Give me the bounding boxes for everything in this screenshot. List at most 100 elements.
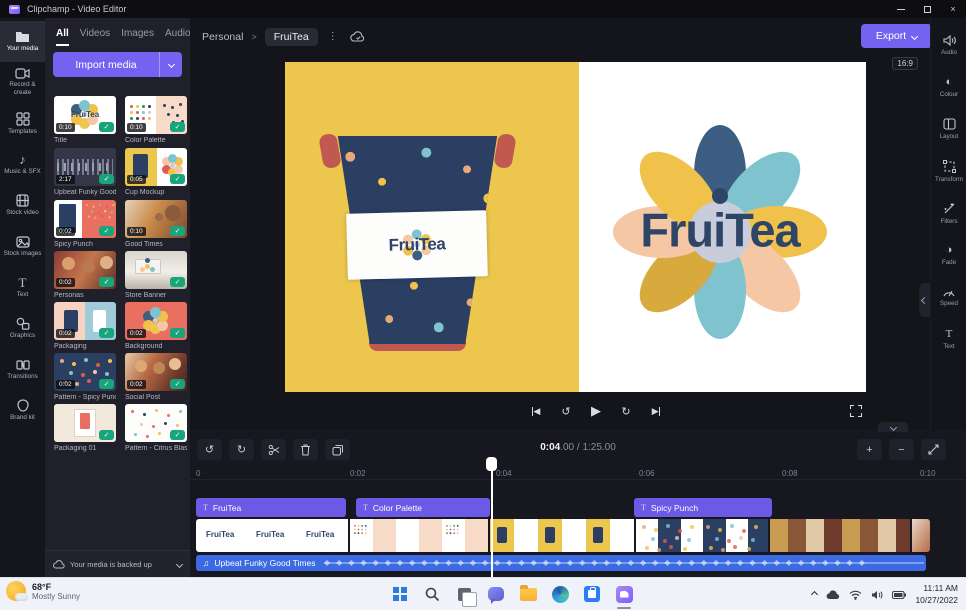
sidebar-item-graphics[interactable]: Graphics xyxy=(0,308,45,349)
video-clip-social-post[interactable] xyxy=(912,519,930,552)
media-thumbnail[interactable]: 0:10 ✓ xyxy=(125,200,187,238)
tray-chevron-up[interactable] xyxy=(812,592,817,597)
tool-transform[interactable]: Transform xyxy=(931,150,966,192)
video-clip-color-palette[interactable] xyxy=(350,519,488,552)
sidebar-item-record-create[interactable]: Record & create xyxy=(0,62,45,103)
media-item-packaging[interactable]: 0:02 ✓ Packaging xyxy=(54,302,116,350)
file-explorer-button[interactable] xyxy=(516,582,540,606)
task-view-button[interactable] xyxy=(452,582,476,606)
maximize-button[interactable] xyxy=(914,0,940,18)
volume-icon[interactable] xyxy=(871,590,883,600)
media-item-pattern-spicy-punch[interactable]: 0:02 ✓ Pattern - Spicy Punch xyxy=(54,353,116,401)
media-thumbnail[interactable]: 0:02 ✓ xyxy=(125,302,187,340)
video-clip-cup-mockup[interactable] xyxy=(490,519,634,552)
tab-images[interactable]: Images xyxy=(121,28,154,46)
breadcrumb-personal[interactable]: Personal xyxy=(202,31,243,43)
export-button[interactable]: Export xyxy=(861,24,932,48)
media-item-pattern-citrus-blast[interactable]: ✓ Pattern - Citrus Blast xyxy=(125,404,187,452)
text-clip-fruitea[interactable]: T FruiTea xyxy=(196,498,346,517)
video-clip-spicy-punch[interactable] xyxy=(636,519,768,552)
media-thumbnail[interactable]: 0:02 ✓ xyxy=(54,200,116,238)
collapse-tools-handle[interactable] xyxy=(919,283,930,317)
wifi-icon[interactable] xyxy=(849,590,862,600)
media-item-background[interactable]: 0:02 ✓ Background xyxy=(125,302,187,350)
zoom-out-button[interactable]: − xyxy=(889,439,914,460)
tab-all[interactable]: All xyxy=(56,28,69,46)
media-item-personas[interactable]: 0:02 ✓ Personas xyxy=(54,251,116,299)
import-media-button[interactable]: Import media xyxy=(53,52,182,77)
text-clip-spicy-punch[interactable]: T Spicy Punch xyxy=(634,498,772,517)
media-thumbnail[interactable]: ✓ xyxy=(54,404,116,442)
play-button[interactable]: ▶ xyxy=(586,401,606,421)
media-thumbnail[interactable]: FruiTea 0:10 ✓ xyxy=(54,96,116,134)
sidebar-item-your-media[interactable]: Your media xyxy=(0,21,45,62)
start-button[interactable] xyxy=(388,582,412,606)
video-canvas[interactable]: FruiTea FruiTea xyxy=(285,62,866,392)
media-item-title[interactable]: FruiTea 0:10 ✓ Title xyxy=(54,96,116,144)
playhead-line[interactable] xyxy=(491,460,493,577)
clipchamp-taskbar-button[interactable] xyxy=(612,582,636,606)
media-thumbnail[interactable]: 0:02 ✓ xyxy=(125,353,187,391)
tool-colour[interactable]: ◐ Colour xyxy=(931,66,966,108)
rewind-1s-button[interactable]: ↺ xyxy=(556,401,576,421)
timeline-collapse-button[interactable] xyxy=(878,422,908,432)
taskbar-clock[interactable]: 11:11 AM 10/27/2022 xyxy=(915,583,962,605)
media-thumbnail[interactable]: 0:02 ✓ xyxy=(54,353,116,391)
media-item-cup-mockup[interactable]: 0:05 ✓ Cup Mockup xyxy=(125,148,187,196)
tab-videos[interactable]: Videos xyxy=(80,28,110,46)
tab-audio[interactable]: Audio xyxy=(165,28,191,46)
tool-fade[interactable]: ◑ Fade xyxy=(931,234,966,276)
media-item-social-post[interactable]: 0:02 ✓ Social Post xyxy=(125,353,187,401)
media-thumbnail[interactable]: ✓ xyxy=(125,251,187,289)
more-options-button[interactable]: ⋮ xyxy=(328,31,338,42)
chevron-down-icon[interactable] xyxy=(176,560,183,567)
cup-mockup-graphic[interactable]: FruiTea xyxy=(325,134,510,348)
sidebar-item-music-sfx[interactable]: ♪ Music & SFX xyxy=(0,144,45,185)
battery-icon[interactable] xyxy=(892,591,906,599)
edge-button[interactable] xyxy=(548,582,572,606)
media-item-good-times[interactable]: 0:10 ✓ Good Times xyxy=(125,200,187,248)
media-thumbnail[interactable]: 0:02 ✓ xyxy=(54,251,116,289)
import-dropdown-button[interactable] xyxy=(160,52,182,77)
audio-clip-upbeat-funky-good-times[interactable]: ♫ Upbeat Funky Good Times ◆◆◆◆◆◆◆◆◆◆◆◆◆◆… xyxy=(196,555,926,571)
fullscreen-button[interactable] xyxy=(850,405,862,417)
tool-audio[interactable]: Audio xyxy=(931,24,966,66)
media-thumbnail[interactable]: 0:05 ✓ xyxy=(125,148,187,186)
sidebar-item-text[interactable]: T Text xyxy=(0,267,45,308)
sidebar-item-stock-images[interactable]: Stock images xyxy=(0,226,45,267)
weather-widget[interactable]: 68°F Mostly Sunny xyxy=(6,581,80,601)
media-thumbnail[interactable]: 0:02 ✓ xyxy=(54,302,116,340)
skip-to-end-button[interactable]: ▶ xyxy=(646,401,666,421)
video-clip-title[interactable]: FruiTea FruiTea FruiTea xyxy=(196,519,348,552)
backup-status-bar[interactable]: Your media is backed up xyxy=(45,550,190,577)
sidebar-item-transitions[interactable]: Transitions xyxy=(0,349,45,390)
sidebar-item-brand-kit[interactable]: Brand kit xyxy=(0,390,45,431)
media-thumbnail[interactable]: 2:17 ✓ xyxy=(54,148,116,186)
minimize-button[interactable] xyxy=(888,0,914,18)
media-thumbnail[interactable]: 0:10 ✓ xyxy=(125,96,187,134)
search-button[interactable] xyxy=(420,582,444,606)
media-item-packaging-01[interactable]: ✓ Packaging 01 xyxy=(54,404,116,452)
sidebar-item-templates[interactable]: Templates xyxy=(0,103,45,144)
media-item-color-palette[interactable]: 0:10 ✓ Color Palette xyxy=(125,96,187,144)
tool-text[interactable]: T Text xyxy=(931,318,966,360)
chat-button[interactable] xyxy=(484,582,508,606)
text-clip-color-palette[interactable]: T Color Palette xyxy=(356,498,490,517)
media-item-upbeat-audio[interactable]: 2:17 ✓ Upbeat Funky Good Tim.. xyxy=(54,148,116,196)
tool-speed[interactable]: Speed xyxy=(931,276,966,318)
sidebar-item-stock-video[interactable]: Stock video xyxy=(0,185,45,226)
cloud-sync-icon[interactable] xyxy=(350,31,366,42)
onedrive-cloud-icon[interactable] xyxy=(826,590,840,600)
video-clip-good-times[interactable] xyxy=(770,519,910,552)
tool-filters[interactable]: Filters xyxy=(931,192,966,234)
timeline-ruler[interactable]: 0 0:02 0:04 0:06 0:08 0:10 xyxy=(190,466,966,480)
media-item-spicy-punch[interactable]: 0:02 ✓ Spicy Punch xyxy=(54,200,116,248)
media-thumbnail[interactable]: ✓ xyxy=(125,404,187,442)
tool-layout[interactable]: Layout xyxy=(931,108,966,150)
media-item-store-banner[interactable]: ✓ Store Banner xyxy=(125,251,187,299)
project-name[interactable]: FruiTea xyxy=(265,28,318,46)
zoom-in-button[interactable]: + xyxy=(857,439,882,460)
aspect-ratio-badge[interactable]: 16:9 xyxy=(892,57,918,70)
zoom-fit-button[interactable] xyxy=(921,439,946,460)
playhead-handle[interactable] xyxy=(486,457,497,471)
